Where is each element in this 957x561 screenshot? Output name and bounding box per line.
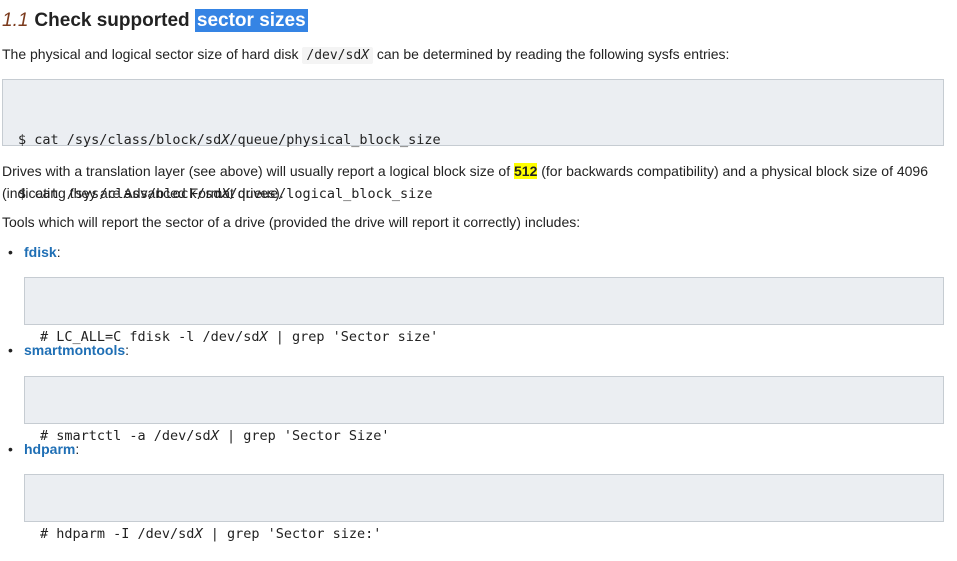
section-number: 1.1 (2, 10, 29, 31)
hdparm-link[interactable]: hdparm (24, 441, 75, 457)
bullet-dot: • (8, 342, 13, 358)
sysfs-code-block[interactable]: $ cat /sys/class/block/sdX/queue/physica… (2, 79, 944, 202)
fdisk-command: # LC_ALL=C fdisk -l /dev/sdX | grep 'Sec… (40, 329, 439, 345)
intro-paragraph: The physical and logical sector size of … (2, 43, 942, 67)
list-item-smartmontools: • smartmontools: (8, 339, 129, 361)
device-path: /dev/sd (306, 48, 362, 63)
device-path-var: X (361, 48, 369, 63)
list-item-hdparm: • hdparm: (8, 438, 79, 460)
list-item-fdisk: • fdisk: (8, 241, 61, 263)
tools-paragraph: Tools which will report the sector of a … (2, 214, 581, 230)
smartmontools-link[interactable]: smartmontools (24, 342, 125, 358)
drives-paragraph: Drives with a translation layer (see abo… (2, 160, 942, 204)
fdisk-code-block[interactable]: # LC_ALL=C fdisk -l /dev/sdX | grep 'Sec… (24, 277, 944, 345)
list-colon: : (56, 244, 61, 260)
hdparm-code-block[interactable]: # hdparm -I /dev/sdX | grep 'Sector size… (24, 474, 944, 542)
fdisk-link[interactable]: fdisk (24, 244, 57, 260)
intro-text-before: The physical and logical sector size of … (2, 46, 299, 62)
section-title: Check supported (34, 10, 190, 31)
intro-text-after: can be determined by reading the followi… (376, 46, 730, 62)
bullet-dot: • (8, 441, 13, 457)
highlighted-512: 512 (514, 163, 538, 179)
section-heading: 1.1 Check supported sector sizes (2, 7, 308, 35)
list-colon: : (75, 441, 80, 457)
device-path-code: /dev/sdX (302, 47, 373, 64)
selected-text[interactable]: sector sizes (194, 9, 308, 32)
hdparm-command: # hdparm -I /dev/sdX | grep 'Sector size… (40, 526, 382, 542)
drives-text-before: Drives with a translation layer (see abo… (2, 163, 511, 179)
list-colon: : (125, 342, 130, 358)
bullet-dot: • (8, 244, 13, 260)
smartctl-code-block[interactable]: # smartctl -a /dev/sdX | grep 'Sector Si… (24, 376, 944, 444)
sysfs-line-physical: $ cat /sys/class/block/sdX/queue/physica… (18, 132, 441, 148)
smartctl-command: # smartctl -a /dev/sdX | grep 'Sector Si… (40, 428, 390, 444)
